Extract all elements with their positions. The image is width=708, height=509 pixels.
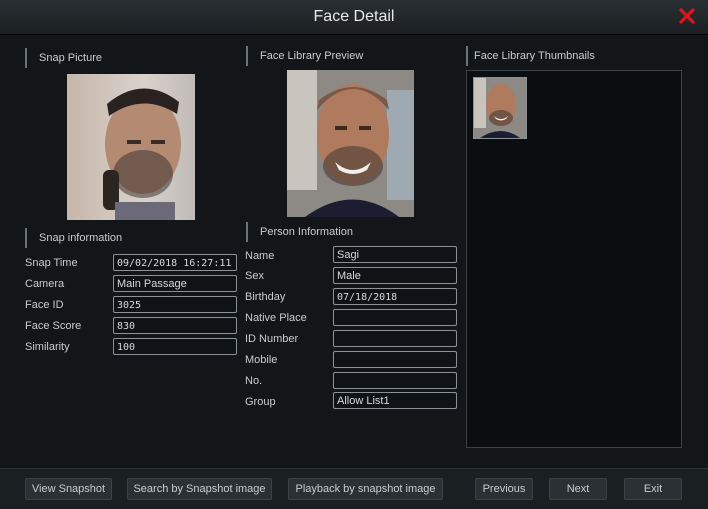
name-field[interactable]: Sagi [333, 246, 457, 263]
search-by-snapshot-button[interactable]: Search by Snapshot image [127, 478, 272, 500]
face-library-preview-picture [287, 70, 414, 217]
group-label: Group [245, 396, 276, 408]
face-library-thumbnails-label: Face Library Thumbnails [466, 46, 595, 66]
previous-button[interactable]: Previous [475, 478, 533, 500]
birthday-field[interactable]: 07/18/2018 [333, 288, 457, 305]
camera-label: Camera [25, 278, 65, 290]
snap-picture [67, 74, 195, 220]
person-information-label: Person Information [246, 222, 353, 242]
similarity-label: Similarity [25, 341, 70, 353]
id-number-label: ID Number [245, 333, 299, 345]
group-field[interactable]: Allow List1 [333, 392, 457, 409]
snap-picture-label: Snap Picture [25, 48, 102, 68]
face-id-field[interactable]: 3025 [113, 296, 237, 313]
birthday-label: Birthday [245, 291, 286, 303]
name-label: Name [245, 250, 275, 262]
close-icon[interactable] [678, 7, 696, 25]
native-place-field[interactable] [333, 309, 457, 326]
face-library-preview-label: Face Library Preview [246, 46, 363, 66]
camera-field[interactable]: Main Passage [113, 275, 237, 292]
no-field[interactable] [333, 372, 457, 389]
snap-time-label: Snap Time [25, 257, 78, 269]
playback-by-snapshot-button[interactable]: Playback by snapshot image [288, 478, 443, 500]
exit-button[interactable]: Exit [624, 478, 682, 500]
snap-time-field[interactable]: 09/02/2018 16:27:11 [113, 254, 237, 271]
next-button[interactable]: Next [549, 478, 607, 500]
face-id-label: Face ID [25, 299, 64, 311]
sex-label: Sex [245, 270, 264, 282]
mobile-field[interactable] [333, 351, 457, 368]
face-detail-dialog: Face Detail Snap Picture Face Library Pr… [0, 0, 708, 509]
face-library-thumbnails-panel [466, 70, 682, 448]
no-label: No. [245, 375, 263, 387]
id-number-field[interactable] [333, 330, 457, 347]
title-bar: Face Detail [0, 0, 708, 35]
snap-information-label: Snap information [25, 228, 122, 248]
mobile-label: Mobile [245, 354, 278, 366]
face-score-label: Face Score [25, 320, 82, 332]
face-score-field[interactable]: 830 [113, 317, 237, 334]
face-thumbnail[interactable] [473, 77, 527, 139]
dialog-title: Face Detail [313, 8, 395, 25]
similarity-field[interactable]: 100 [113, 338, 237, 355]
sex-field[interactable]: Male [333, 267, 457, 284]
native-place-label: Native Place [245, 312, 307, 324]
view-snapshot-button[interactable]: View Snapshot [25, 478, 112, 500]
